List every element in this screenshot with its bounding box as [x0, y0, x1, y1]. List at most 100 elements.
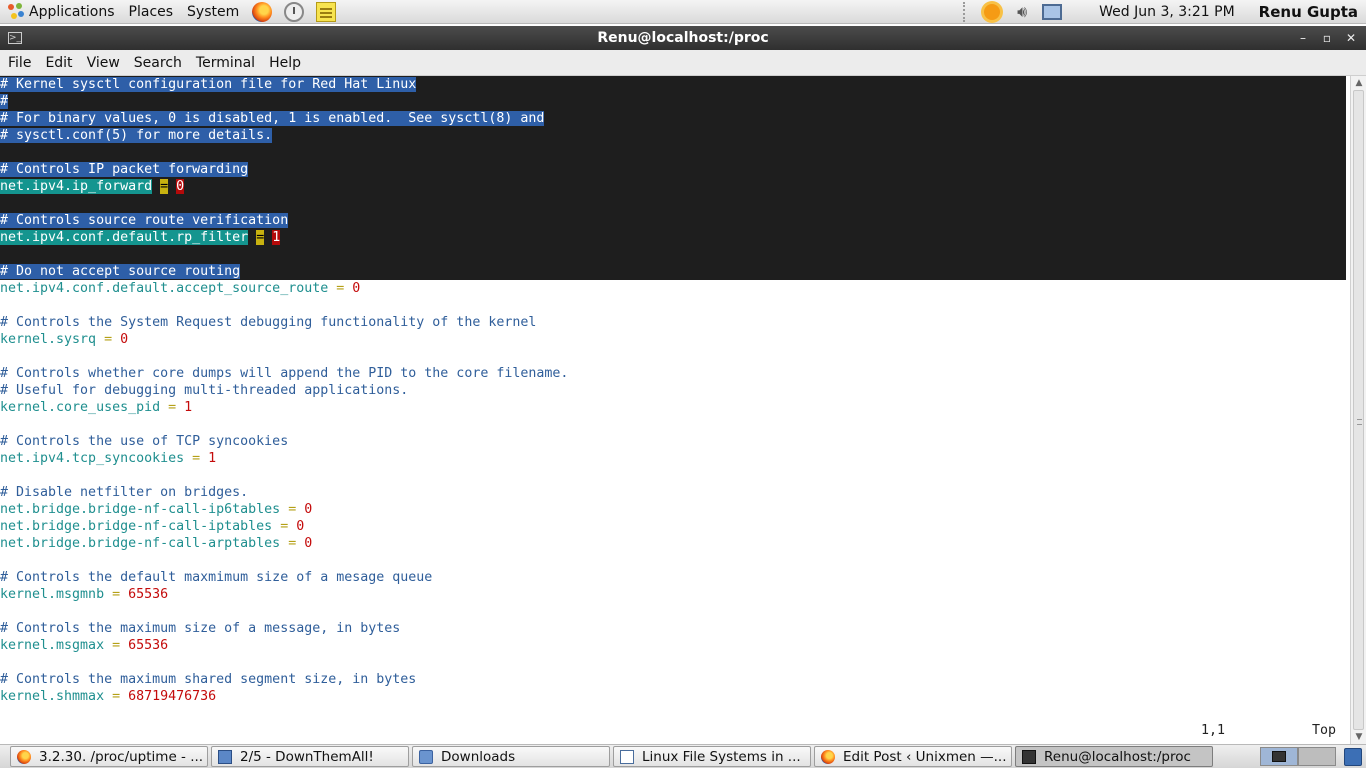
- top-panel: Applications Places System 🔊︎ Wed Jun 3,…: [0, 0, 1366, 24]
- setting-key: kernel.sysrq: [0, 332, 97, 347]
- comment-line: # Controls the use of TCP syncookies: [0, 433, 1350, 450]
- menu-view[interactable]: View: [80, 55, 127, 71]
- terminal-scrollbar[interactable]: ▲ ▼: [1350, 76, 1366, 744]
- comment-text: # Controls the default maxmimum size of …: [0, 570, 433, 585]
- trash-icon[interactable]: [1344, 747, 1362, 766]
- menu-search[interactable]: Search: [127, 55, 189, 71]
- comment-text: # Controls the maximum size of a message…: [0, 621, 401, 636]
- sun-icon: [984, 3, 1001, 20]
- clock-app-launcher[interactable]: [283, 1, 305, 23]
- close-icon[interactable]: ✕: [1344, 31, 1358, 45]
- task-linux-file-systems[interactable]: Linux File Systems in ...: [613, 746, 811, 767]
- task-label: Linux File Systems in ...: [642, 748, 801, 765]
- gnome-foot-icon: [7, 2, 25, 21]
- task-terminal[interactable]: Renu@localhost:/proc: [1015, 746, 1213, 767]
- setting-key: net.ipv4.conf.default.accept_source_rout…: [0, 281, 329, 296]
- setting-value: 0: [296, 519, 305, 534]
- comment-text: # For binary values, 0 is disabled, 1 is…: [0, 111, 545, 126]
- setting-line: kernel.msgmnb = 65536: [0, 586, 1350, 603]
- workspace-2[interactable]: [1298, 747, 1336, 766]
- comment-text: # Controls the maximum shared segment si…: [0, 672, 417, 687]
- scroll-up-icon[interactable]: ▲: [1354, 78, 1364, 88]
- menu-terminal[interactable]: Terminal: [189, 55, 262, 71]
- comment-text: # Controls whether core dumps will appen…: [0, 366, 569, 381]
- setting-value: 0: [120, 332, 129, 347]
- maximize-icon[interactable]: ▫: [1320, 31, 1334, 45]
- comment-line: #: [0, 93, 1346, 110]
- task-label: 3.2.30. /proc/uptime - ...: [39, 748, 204, 765]
- places-menu-label: Places: [128, 3, 174, 20]
- setting-line: net.ipv4.tcp_syncookies = 1: [0, 450, 1350, 467]
- setting-line: net.bridge.bridge-nf-call-iptables = 0: [0, 518, 1350, 535]
- comment-line: # Do not accept source routing: [0, 263, 1346, 280]
- applications-menu[interactable]: Applications: [0, 0, 122, 24]
- network-icon: [1042, 3, 1063, 20]
- comment-text: #: [0, 94, 9, 109]
- menu-file[interactable]: File: [0, 55, 38, 71]
- comment-line: # Disable netfilter on bridges.: [0, 484, 1350, 501]
- user-switcher[interactable]: Renu Gupta: [1259, 3, 1366, 21]
- setting-value: 65536: [128, 587, 169, 602]
- clock-icon: [284, 1, 305, 22]
- update-notifier[interactable]: [981, 1, 1003, 23]
- speaker-icon: 🔊︎: [1017, 1, 1028, 21]
- applications-menu-label: Applications: [29, 3, 115, 20]
- bottom-taskbar: 3.2.30. /proc/uptime - ... 2/5 - DownThe…: [0, 744, 1366, 768]
- comment-line: # Controls IP packet forwarding: [0, 161, 1346, 178]
- comment-line: # Controls the default maxmimum size of …: [0, 569, 1350, 586]
- equals-sign: =: [288, 536, 297, 551]
- task-label: 2/5 - DownThemAll!: [240, 748, 374, 765]
- blank-line: [0, 195, 1346, 212]
- comment-line: # Controls the maximum shared segment si…: [0, 671, 1350, 688]
- minimize-icon[interactable]: –: [1296, 31, 1310, 45]
- blank-line: [0, 144, 1346, 161]
- setting-line: kernel.msgmax = 65536: [0, 637, 1350, 654]
- grip-icon: [1357, 419, 1362, 425]
- task-label: Edit Post ‹ Unixmen —...: [843, 748, 1007, 765]
- downthemall-icon: [218, 749, 232, 764]
- equals-sign: =: [192, 451, 201, 466]
- task-downloads[interactable]: Downloads: [412, 746, 610, 767]
- equals-sign: =: [104, 332, 113, 347]
- task-label: Downloads: [441, 748, 516, 765]
- menu-help[interactable]: Help: [262, 55, 308, 71]
- menu-edit[interactable]: Edit: [38, 55, 79, 71]
- notes-launcher[interactable]: [315, 1, 337, 23]
- terminal-content[interactable]: # Kernel sysctl configuration file for R…: [0, 76, 1350, 744]
- comment-line: # Kernel sysctl configuration file for R…: [0, 76, 1346, 93]
- workspace-switcher: [1260, 747, 1366, 766]
- panel-clock[interactable]: Wed Jun 3, 3:21 PM: [1067, 4, 1259, 20]
- scroll-thumb[interactable]: [1353, 90, 1364, 730]
- comment-text: # sysctl.conf(5) for more details.: [0, 128, 273, 143]
- task-downthemall[interactable]: 2/5 - DownThemAll!: [211, 746, 409, 767]
- tray-separator: [963, 1, 971, 22]
- window-titlebar[interactable]: >_ Renu@localhost:/proc – ▫ ✕: [0, 26, 1366, 50]
- places-menu[interactable]: Places: [122, 0, 181, 24]
- setting-line: kernel.sysrq = 0: [0, 331, 1350, 348]
- task-firefox-uptime[interactable]: 3.2.30. /proc/uptime - ...: [10, 746, 208, 767]
- equals-sign: =: [336, 281, 345, 296]
- setting-key: net.bridge.bridge-nf-call-ip6tables: [0, 502, 281, 517]
- window-controls: – ▫ ✕: [1296, 31, 1366, 45]
- system-menu[interactable]: System: [180, 0, 246, 24]
- volume-control[interactable]: 🔊︎: [1011, 1, 1033, 23]
- setting-value: 0: [304, 536, 313, 551]
- equals-sign: =: [280, 519, 289, 534]
- network-status[interactable]: [1041, 1, 1063, 23]
- scroll-down-icon[interactable]: ▼: [1354, 732, 1364, 742]
- blank-line: [0, 246, 1346, 263]
- setting-key: net.ipv4.conf.default.rp_filter: [0, 230, 249, 245]
- setting-key: kernel.core_uses_pid: [0, 400, 161, 415]
- equals-sign: =: [256, 230, 265, 245]
- workspace-1[interactable]: [1260, 747, 1298, 766]
- firefox-launcher[interactable]: [251, 1, 273, 23]
- comment-line: # Controls the maximum size of a message…: [0, 620, 1350, 637]
- terminal-icon: [1272, 751, 1286, 762]
- task-edit-post[interactable]: Edit Post ‹ Unixmen —...: [814, 746, 1012, 767]
- setting-key: net.bridge.bridge-nf-call-iptables: [0, 519, 273, 534]
- terminal-menubar: File Edit View Search Terminal Help: [0, 50, 1366, 76]
